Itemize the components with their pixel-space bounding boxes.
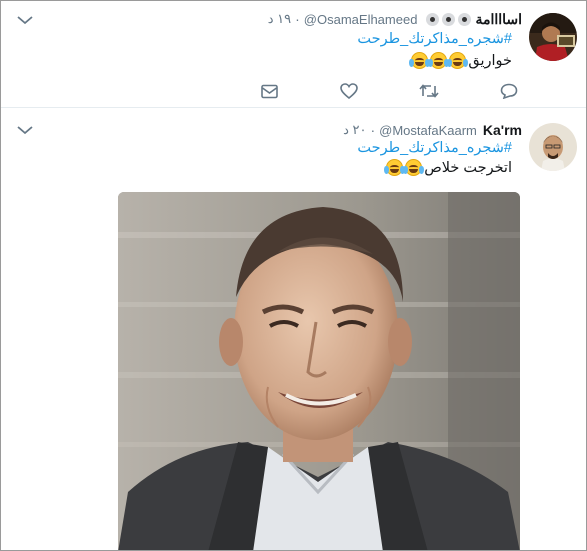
hashtag-link[interactable]: #شجره_مذاكرتك_طرحت <box>357 140 512 156</box>
tears-of-joy-emoji-icon <box>409 52 431 69</box>
chevron-down-icon[interactable] <box>16 14 34 26</box>
tears-of-joy-emoji-icon <box>447 52 469 69</box>
username[interactable]: @OsamaElhameed <box>304 12 418 27</box>
reply-icon[interactable] <box>499 81 519 101</box>
tears-of-joy-emoji-icon <box>428 52 450 69</box>
avatar[interactable] <box>529 13 577 61</box>
timeline: اساااامة @OsamaElhameed · ١٩ د #شجره_مذا… <box>0 0 587 551</box>
camera-icon <box>458 12 472 26</box>
tears-of-joy-emoji-icon <box>384 159 406 176</box>
camera-icon <box>426 12 440 26</box>
tweet-media-image[interactable] <box>118 192 520 550</box>
tweet-header: Ka'rm @MostafaKaarm · ٢٠ د <box>343 120 522 140</box>
hashtag-link[interactable]: #شجره_مذاكرتك_طرحت <box>357 31 512 47</box>
tears-of-joy-emoji-icon <box>403 159 425 176</box>
tweet-text: خواريق <box>468 52 512 69</box>
like-icon[interactable] <box>339 81 359 101</box>
username[interactable]: @MostafaKaarm <box>379 123 477 138</box>
tweet-text: اتخرجت خلاص <box>424 159 512 176</box>
separator-dot: · <box>370 122 376 138</box>
display-name[interactable]: اساااامة <box>475 11 522 28</box>
separator-dot: · <box>295 11 300 27</box>
tweet-actions <box>1 81 586 103</box>
retweet-icon[interactable] <box>419 81 439 101</box>
camera-icon <box>442 12 456 26</box>
dm-icon[interactable] <box>259 81 279 101</box>
timestamp[interactable]: ٢٠ د <box>343 122 366 138</box>
tweet[interactable]: Ka'rm @MostafaKaarm · ٢٠ د #شجره_مذاكرتك… <box>1 108 586 550</box>
tweet[interactable]: اساااامة @OsamaElhameed · ١٩ د #شجره_مذا… <box>1 1 586 108</box>
tweet-text-row: اتخرجت خلاص <box>384 159 512 176</box>
avatar[interactable] <box>529 123 577 171</box>
display-name[interactable]: Ka'rm <box>483 122 522 138</box>
tweet-header: اساااامة @OsamaElhameed · ١٩ د <box>268 9 522 29</box>
tweet-text-row: خواريق <box>409 52 512 69</box>
badge-emojis <box>423 12 472 26</box>
chevron-down-icon[interactable] <box>16 124 34 136</box>
timestamp[interactable]: ١٩ د <box>268 11 291 27</box>
